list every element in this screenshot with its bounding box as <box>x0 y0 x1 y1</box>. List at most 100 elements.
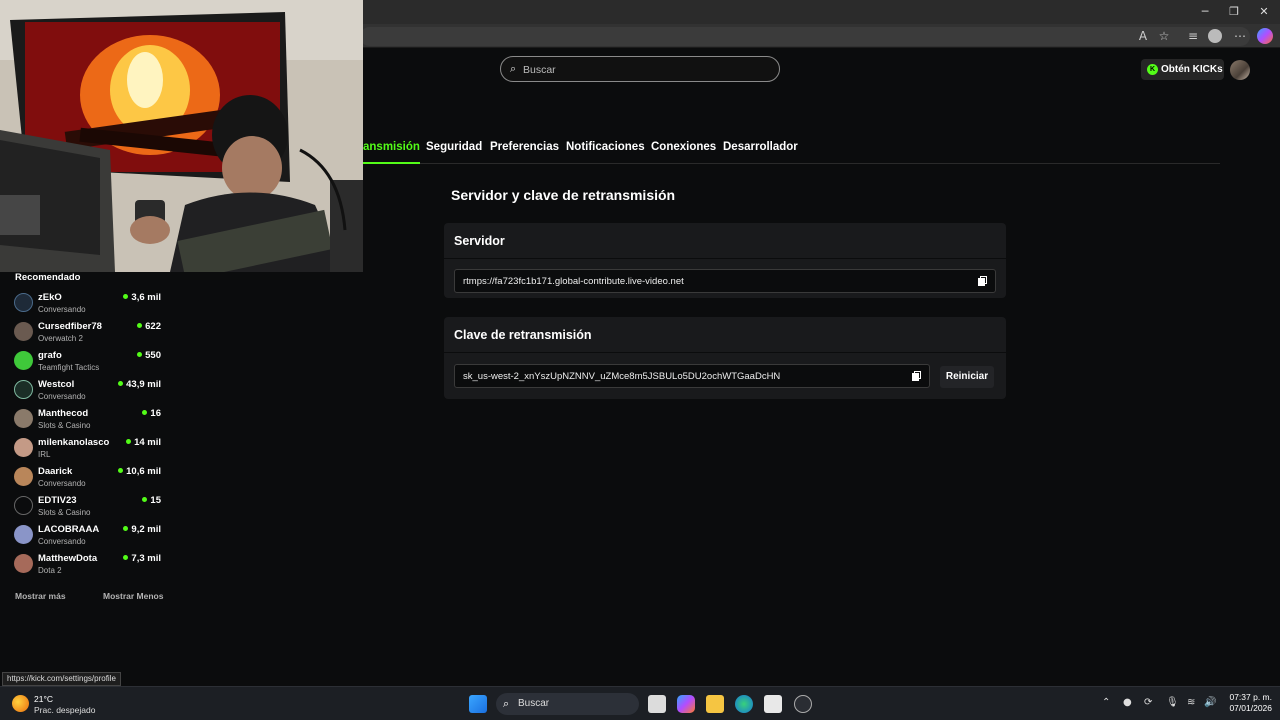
viewer-count: 3,6 mil <box>123 292 161 303</box>
tab-connections[interactable]: Conexiones <box>651 141 716 153</box>
show-hidden-icons[interactable]: ⌃ <box>1102 697 1110 708</box>
server-url-field[interactable]: rtmps://fa723fc1b171.global-contribute.l… <box>454 269 996 293</box>
channel-category: Slots & Casino <box>38 421 91 430</box>
profile-icon[interactable] <box>1208 29 1222 43</box>
clock-date: 07/01/2026 <box>1229 703 1272 713</box>
webcam-image <box>0 0 363 272</box>
address-bar[interactable] <box>360 27 1250 46</box>
settings-tabs: ansmisión Seguridad Preferencias Notific… <box>363 140 1220 164</box>
tab-preferences[interactable]: Preferencias <box>490 141 559 153</box>
copy-key-icon[interactable] <box>912 371 922 381</box>
tray-app-icon[interactable]: ● <box>1123 697 1132 708</box>
viewer-count: 16 <box>142 408 161 419</box>
taskbar-search-icon: ⌕ <box>503 697 510 710</box>
channel-item[interactable]: zEkO Conversando 3,6 mil <box>14 292 164 320</box>
channel-category: IRL <box>38 450 51 459</box>
channel-item[interactable]: EDTIV23 Slots & Casino 15 <box>14 495 164 523</box>
viewer-count: 7,3 mil <box>123 553 161 564</box>
live-dot-icon <box>123 294 129 299</box>
channel-name: LACOBRAAA <box>38 524 100 535</box>
sync-icon[interactable]: ⟳ <box>1144 697 1152 708</box>
channel-avatar <box>14 380 33 399</box>
live-dot-icon <box>142 410 148 415</box>
minimize-button[interactable]: ─ <box>1197 4 1213 20</box>
live-dot-icon <box>118 381 124 386</box>
channel-category: Conversando <box>38 305 86 314</box>
weather-icon[interactable] <box>12 695 29 712</box>
channel-name: MatthewDota <box>38 553 98 564</box>
channel-name: milenkanolasco <box>38 437 110 448</box>
favorite-star-icon[interactable]: ☆ <box>1156 28 1172 44</box>
store-icon[interactable] <box>764 695 782 713</box>
tab-developer[interactable]: Desarrollador <box>723 141 798 153</box>
channel-avatar <box>14 409 33 428</box>
channel-category: Slots & Casino <box>38 508 91 517</box>
channel-item[interactable]: MatthewDota Dota 2 7,3 mil <box>14 553 164 581</box>
tab-stream[interactable]: ansmisión <box>363 141 420 153</box>
channel-avatar <box>14 496 33 515</box>
server-card: Servidor rtmps://fa723fc1b171.global-con… <box>444 223 1006 298</box>
tab-security[interactable]: Seguridad <box>426 141 482 153</box>
live-dot-icon <box>142 497 148 502</box>
weather-description: Prac. despejado <box>34 705 96 715</box>
channel-category: Conversando <box>38 392 86 401</box>
stream-key-card-title: Clave de retransmisión <box>454 328 592 342</box>
section-title: Servidor y clave de retransmisión <box>451 187 676 203</box>
channel-item[interactable]: grafo Teamfight Tactics 550 <box>14 350 164 378</box>
user-avatar[interactable] <box>1230 60 1250 80</box>
channel-item[interactable]: Manthecod Slots & Casino 16 <box>14 408 164 436</box>
get-kicks-button[interactable]: K Obtén KICKs <box>1141 59 1224 80</box>
copilot-app-icon[interactable] <box>677 695 695 713</box>
live-dot-icon <box>137 323 143 328</box>
channel-avatar <box>14 438 33 457</box>
channel-avatar <box>14 293 33 312</box>
stream-key-card-header: Clave de retransmisión <box>444 317 1006 353</box>
channel-item[interactable]: milenkanolasco IRL 14 mil <box>14 437 164 465</box>
start-icon[interactable] <box>469 695 487 713</box>
copy-server-icon[interactable] <box>978 276 988 286</box>
channel-item[interactable]: LACOBRAAA Conversando 9,2 mil <box>14 524 164 552</box>
channel-avatar <box>14 554 33 573</box>
volume-icon[interactable]: 🔊 <box>1204 697 1216 708</box>
channel-item[interactable]: Westcol Conversando 43,9 mil <box>14 379 164 407</box>
show-less-link[interactable]: Mostrar Menos <box>103 591 163 601</box>
get-kicks-label: Obtén KICKs <box>1161 64 1223 75</box>
viewer-count: 550 <box>137 350 161 361</box>
channel-name: grafo <box>38 350 62 361</box>
channel-category: Conversando <box>38 479 86 488</box>
read-aloud-icon[interactable]: A <box>1135 28 1151 44</box>
channel-category: Overwatch 2 <box>38 334 83 343</box>
channel-avatar <box>14 351 33 370</box>
taskbar-search[interactable]: ⌕ Buscar <box>496 693 639 715</box>
tab-notifications[interactable]: Notificaciones <box>566 141 645 153</box>
task-view-icon[interactable] <box>648 695 666 713</box>
search-box[interactable]: ⌕ <box>500 56 780 82</box>
viewer-count: 43,9 mil <box>118 379 161 390</box>
search-icon: ⌕ <box>510 62 517 75</box>
viewer-count: 14 mil <box>126 437 161 448</box>
live-dot-icon <box>126 439 132 444</box>
close-window-button[interactable]: ✕ <box>1256 4 1272 20</box>
viewer-count: 9,2 mil <box>123 524 161 535</box>
show-more-link[interactable]: Mostrar más <box>15 591 66 601</box>
app-icon[interactable] <box>794 695 812 713</box>
status-url: https://kick.com/settings/profile <box>2 672 121 686</box>
favorites-icon[interactable]: ≡ <box>1185 28 1201 44</box>
copilot-icon[interactable] <box>1257 28 1273 44</box>
stream-key-field[interactable]: sk_us-west-2_xnYszUpNZNNV_uZMce8m5JSBULo… <box>454 364 930 388</box>
maximize-button[interactable]: ❐ <box>1226 4 1242 20</box>
file-explorer-icon[interactable] <box>706 695 724 713</box>
viewer-count: 10,6 mil <box>118 466 161 477</box>
channel-item[interactable]: Cursedfiber78 Overwatch 2 622 <box>14 321 164 349</box>
channel-item[interactable]: Daarick Conversando 10,6 mil <box>14 466 164 494</box>
search-input[interactable] <box>523 61 763 79</box>
microphone-icon[interactable]: 🎙 <box>1166 697 1179 708</box>
wifi-icon[interactable]: ≋ <box>1187 697 1195 708</box>
system-clock[interactable]: 07:37 p. m. 07/01/2026 <box>1229 692 1272 714</box>
channel-category: Teamfight Tactics <box>38 363 100 372</box>
edge-browser-icon[interactable] <box>735 695 753 713</box>
channel-name: Westcol <box>38 379 75 390</box>
more-options-icon[interactable]: ⋯ <box>1232 28 1248 44</box>
live-dot-icon <box>137 352 143 357</box>
reset-key-button[interactable]: Reiniciar <box>940 366 994 388</box>
